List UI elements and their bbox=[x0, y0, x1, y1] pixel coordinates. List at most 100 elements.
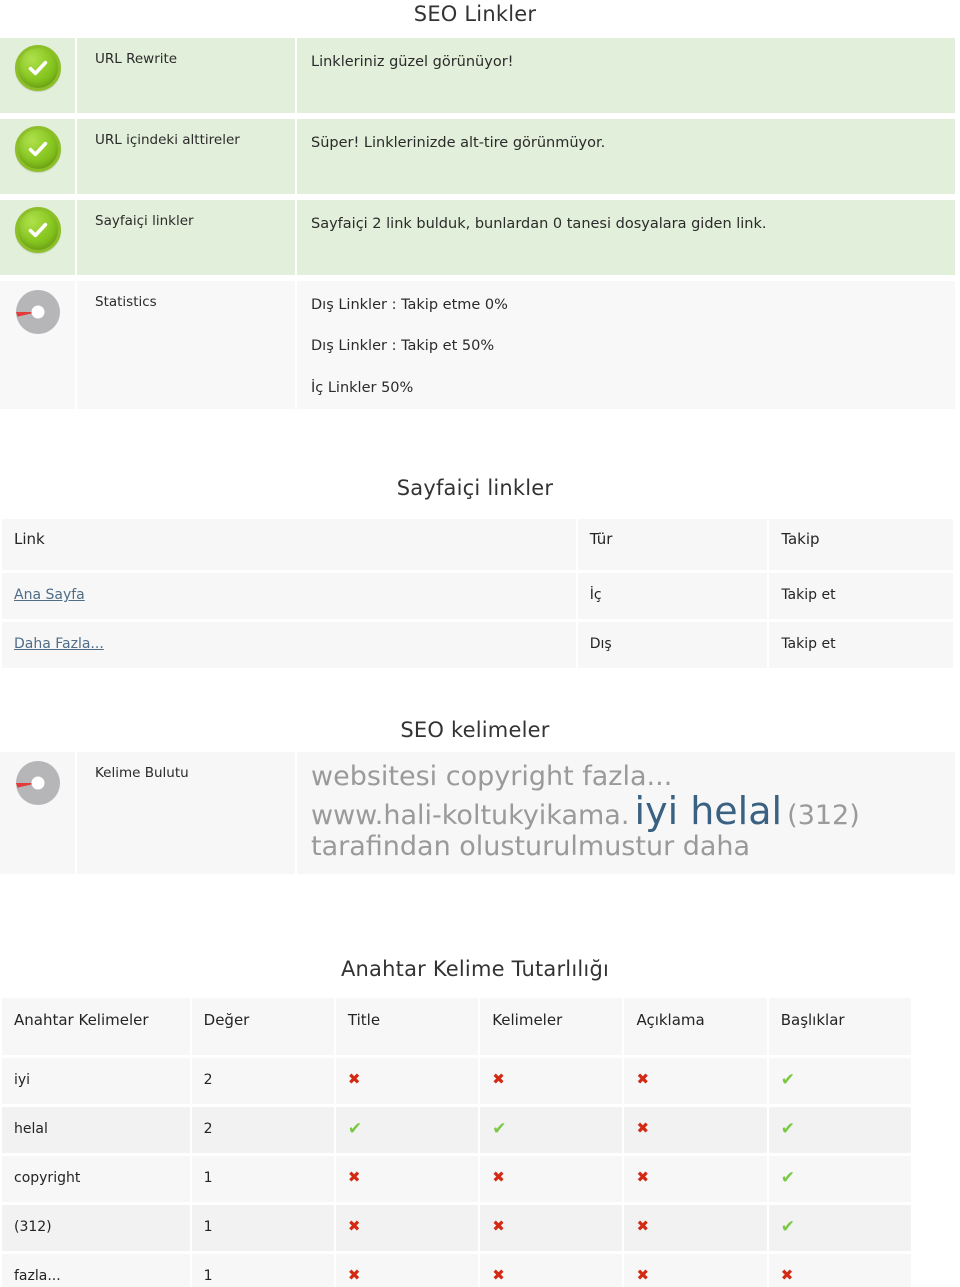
cross-mark-icon: ✖ bbox=[636, 1217, 650, 1235]
section-title-sayfaici-linkler: Sayfaiçi linkler bbox=[396, 476, 554, 500]
word-cloud-label: Kelime Bulutu bbox=[77, 752, 295, 874]
cross-mark-icon: ✖ bbox=[347, 1266, 361, 1284]
status-row: Statistics Dış Linkler : Takip etme 0% Dış… bbox=[0, 281, 955, 410]
keyword-kelimeler-cell: ✖ bbox=[480, 1254, 623, 1287]
keyword-kelimeler-cell: ✖ bbox=[480, 1205, 623, 1251]
table-row: Ana Sayfa İç Takip et bbox=[2, 573, 953, 619]
link-cell: Daha Fazla... bbox=[2, 622, 576, 668]
keyword-title-cell: ✖ bbox=[335, 1058, 479, 1104]
cross-mark-icon: ✖ bbox=[347, 1168, 361, 1186]
check-mark-icon: ✔ bbox=[492, 1119, 507, 1139]
status-message-line: Dış Linkler : Takip et 50% bbox=[311, 338, 495, 355]
table-row: copyright 1 ✖ ✖ ✖ ✔ bbox=[2, 1156, 911, 1202]
status-row: URL içindeki alttireler Süper! Linklerini… bbox=[0, 119, 955, 194]
keyword-cell: fazla... bbox=[2, 1254, 190, 1287]
check-mark-icon: ✔ bbox=[347, 1119, 363, 1139]
status-row: Sayfaiçi linkler Sayfaiçi 2 link bulduk, … bbox=[0, 200, 955, 275]
status-label: URL Rewrite bbox=[77, 38, 295, 113]
status-message: Sayfaiçi 2 link bulduk, bunlardan 0 tane… bbox=[297, 200, 955, 275]
keyword-title-cell: ✔ bbox=[335, 1107, 479, 1153]
check-badge-icon bbox=[14, 126, 61, 172]
status-label: Sayfaiçi linkler bbox=[77, 200, 295, 275]
keyword-title-cell: ✖ bbox=[335, 1156, 479, 1202]
keyword-cell: helal bbox=[2, 1107, 190, 1153]
link-anchor[interactable]: Ana Sayfa bbox=[14, 587, 85, 603]
word-cloud-term[interactable]: (312) bbox=[787, 800, 860, 831]
keyword-cell: iyi bbox=[2, 1058, 190, 1104]
cross-mark-icon: ✖ bbox=[492, 1266, 505, 1284]
word-cloud-line: websitesi copyright fazla... bbox=[311, 762, 943, 791]
word-cloud-term[interactable]: tarafindan olusturulmustur daha bbox=[311, 831, 750, 862]
inpage-links-table: Link Tür Takip Ana Sayfa İç Takip et Daha Faz… bbox=[0, 516, 955, 671]
link-follow-cell: Takip et bbox=[769, 622, 953, 668]
table-row: helal 2 ✔ ✔ ✖ ✔ bbox=[2, 1107, 911, 1153]
keyword-basliklar-cell: ✔ bbox=[768, 1107, 911, 1153]
word-cloud-term[interactable]: iyi helal bbox=[635, 789, 783, 833]
table-body: iyi 2 ✖ ✖ ✖ ✔ helal 2 ✔ ✔ ✖ ✔ copyright 1 ✖ ✖ ✖ ✔ (312) 1 ✖ ✖… bbox=[2, 1058, 911, 1287]
cross-mark-icon: ✖ bbox=[492, 1168, 505, 1186]
keyword-cell: copyright bbox=[2, 1156, 190, 1202]
check-icon bbox=[28, 60, 47, 76]
keyword-aciklama-cell: ✖ bbox=[624, 1156, 767, 1202]
column-header: Anahtar Kelimeler bbox=[2, 998, 190, 1055]
keyword-basliklar-cell: ✔ bbox=[768, 1205, 911, 1251]
status-message: Dış Linkler : Takip etme 0% Dış Linkler :… bbox=[297, 281, 955, 410]
check-icon bbox=[28, 222, 47, 238]
status-icon-cell bbox=[0, 281, 75, 410]
status-message: Linkleriniz güzel görünüyor! bbox=[297, 38, 955, 113]
keyword-value-cell: 2 bbox=[191, 1058, 334, 1104]
word-cloud-content: websitesi copyright fazla... www.hali-kol… bbox=[297, 752, 955, 874]
word-cloud-term[interactable]: www.hali-koltukyikama. bbox=[311, 800, 629, 831]
table-row: Daha Fazla... Dış Takip et bbox=[2, 622, 953, 668]
check-mark-icon: ✔ bbox=[780, 1217, 795, 1237]
check-mark-icon: ✔ bbox=[780, 1119, 795, 1139]
status-icon-cell bbox=[0, 200, 75, 275]
pie-chart-icon bbox=[15, 761, 60, 805]
keyword-kelimeler-cell: ✖ bbox=[480, 1156, 623, 1202]
cross-mark-icon: ✖ bbox=[492, 1217, 505, 1235]
column-header: Kelimeler bbox=[480, 998, 623, 1055]
status-message-line: Sayfaiçi 2 link bulduk, bunlardan 0 tane… bbox=[311, 216, 767, 232]
cross-mark-icon: ✖ bbox=[347, 1070, 361, 1088]
column-header: Tür bbox=[577, 519, 768, 570]
check-badge-icon bbox=[14, 207, 61, 253]
table-row: iyi 2 ✖ ✖ ✖ ✔ bbox=[2, 1058, 911, 1104]
word-cloud-term[interactable]: websitesi copyright fazla... bbox=[311, 761, 672, 792]
seo-links-status-list: URL Rewrite Linkleriniz güzel görünüyor! U… bbox=[0, 38, 955, 415]
status-label: URL içindeki alttireler bbox=[77, 119, 295, 194]
word-cloud-line: www.hali-koltukyikama. iyi helal (312) bbox=[311, 791, 943, 832]
keyword-kelimeler-cell: ✔ bbox=[480, 1107, 623, 1153]
status-label: Statistics bbox=[77, 281, 295, 410]
keyword-title-cell: ✖ bbox=[335, 1254, 479, 1287]
column-header: Değer bbox=[191, 998, 334, 1055]
keyword-consistency-table: Anahtar Kelimeler Değer Title Kelimeler Açık… bbox=[0, 995, 913, 1287]
status-icon-cell bbox=[0, 119, 75, 194]
cross-mark-icon: ✖ bbox=[636, 1119, 650, 1137]
keyword-aciklama-cell: ✖ bbox=[624, 1058, 767, 1104]
keyword-value-cell: 1 bbox=[191, 1205, 334, 1251]
table-row: (312) 1 ✖ ✖ ✖ ✔ bbox=[2, 1205, 911, 1251]
check-badge-icon bbox=[14, 45, 61, 91]
link-type-cell: İç bbox=[577, 573, 768, 619]
keyword-basliklar-cell: ✔ bbox=[768, 1156, 911, 1202]
cross-mark-icon: ✖ bbox=[636, 1070, 650, 1088]
keyword-basliklar-cell: ✔ bbox=[768, 1058, 911, 1104]
status-message-line: Süper! Linklerinizde alt-tire görünmüyor… bbox=[311, 135, 606, 151]
status-message-line: İç Linkler 50% bbox=[311, 379, 414, 396]
keyword-basliklar-cell: ✖ bbox=[768, 1254, 911, 1287]
table-header-row: Link Tür Takip bbox=[2, 519, 953, 570]
link-anchor[interactable]: Daha Fazla... bbox=[14, 636, 104, 652]
status-message-line: Dış Linkler : Takip etme 0% bbox=[311, 297, 508, 313]
column-header: Açıklama bbox=[624, 998, 767, 1055]
keyword-aciklama-cell: ✖ bbox=[624, 1205, 767, 1251]
keyword-aciklama-cell: ✖ bbox=[624, 1107, 767, 1153]
link-follow-cell: Takip et bbox=[769, 573, 953, 619]
section-title-seo-linkler: SEO Linkler bbox=[413, 2, 537, 26]
keyword-value-cell: 1 bbox=[191, 1254, 334, 1287]
keyword-cell: (312) bbox=[2, 1205, 190, 1251]
column-header: Link bbox=[2, 519, 576, 570]
column-header: Başlıklar bbox=[768, 998, 911, 1055]
keyword-value-cell: 2 bbox=[191, 1107, 334, 1153]
keyword-title-cell: ✖ bbox=[335, 1205, 479, 1251]
word-cloud-icon-cell bbox=[0, 752, 75, 874]
